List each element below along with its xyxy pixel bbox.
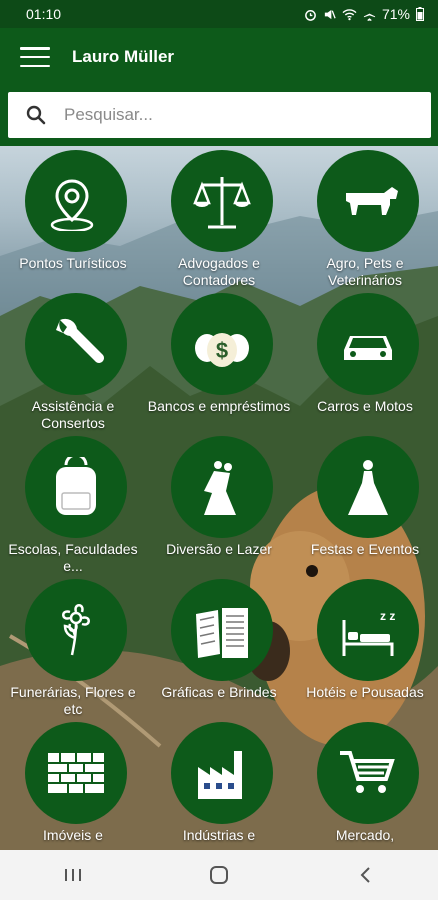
app-bar: Lauro Müller [0, 28, 438, 86]
money-bags-icon: $ [195, 333, 249, 367]
search-box[interactable] [8, 92, 431, 138]
cow-icon [346, 187, 398, 215]
category-icon-circle [171, 150, 273, 252]
category-tile[interactable]: Imóveis e [0, 718, 146, 850]
recent-apps-icon [65, 869, 81, 881]
category-tile[interactable]: Gráficas e Brindes [146, 575, 292, 718]
category-label: Diversão e Lazer [166, 541, 272, 557]
category-label: Indústrias e [182, 827, 256, 843]
search-input[interactable] [62, 104, 396, 126]
category-icon-circle [25, 436, 127, 538]
alarm-icon [305, 9, 316, 21]
category-icon-circle [171, 579, 273, 681]
backpack-icon [56, 457, 96, 515]
recent-apps-button[interactable] [43, 855, 103, 895]
category-tile[interactable]: Escolas, Faculdades e... [0, 432, 146, 575]
menu-icon[interactable] [20, 47, 50, 67]
category-label: Escolas, Faculdades e... [8, 541, 138, 574]
home-icon [210, 866, 228, 884]
shopping-cart-icon [340, 751, 395, 793]
printed-pages-icon [196, 608, 248, 658]
status-time: 01:10 [26, 6, 62, 22]
home-button[interactable] [189, 855, 249, 895]
category-tile[interactable]: Advogados e Contadores [146, 146, 292, 289]
category-icon-circle [317, 293, 419, 395]
category-icon-circle [317, 722, 419, 824]
search-bar [0, 86, 438, 146]
bed-icon: z z [342, 609, 395, 656]
category-label: Gráficas e Brindes [161, 684, 277, 700]
factory-icon [198, 751, 242, 799]
category-label: Bancos e empréstimos [147, 398, 291, 414]
category-label: Assistência e Consertos [31, 398, 115, 431]
map-pin-icon [50, 179, 94, 231]
category-icon-circle [25, 722, 127, 824]
airplane-icon [363, 8, 376, 21]
wifi-icon [342, 8, 357, 20]
battery-percent: 71% [381, 6, 410, 22]
svg-text:$: $ [216, 338, 228, 363]
category-tile[interactable]: Diversão e Lazer [146, 432, 292, 575]
category-icon-circle [317, 436, 419, 538]
search-icon [26, 105, 46, 125]
category-label: Mercado, [335, 827, 395, 843]
svg-text:z z: z z [380, 609, 395, 623]
brick-wall-icon [48, 753, 104, 793]
category-icon-circle [317, 150, 419, 252]
app-title: Lauro Müller [72, 47, 175, 66]
category-tile[interactable]: Festas e Eventos [292, 432, 438, 575]
category-icon-circle [25, 293, 127, 395]
category-icon-circle: z z [317, 579, 419, 681]
category-icon-circle [171, 436, 273, 538]
category-tile[interactable]: Assistência e Consertos [0, 289, 146, 432]
category-icon-circle [171, 722, 273, 824]
category-icon-circle [25, 579, 127, 681]
scales-icon [193, 177, 251, 229]
category-label: Agro, Pets e Veterinários [326, 255, 404, 288]
category-label: Funerárias, Flores e etc [10, 684, 136, 717]
battery-icon [416, 7, 424, 21]
category-tile[interactable]: Funerárias, Flores e etc [0, 575, 146, 718]
status-bar: 01:10 71% [0, 0, 438, 28]
wrench-icon [56, 318, 105, 363]
category-tile[interactable]: z z Hotéis e Pousadas [292, 575, 438, 718]
category-label: Hotéis e Pousadas [306, 684, 424, 700]
mute-icon [324, 9, 336, 19]
category-label: Festas e Eventos [310, 541, 420, 557]
system-nav-bar [0, 850, 438, 900]
category-tile[interactable]: Agro, Pets e Veterinários [292, 146, 438, 289]
bride-icon [348, 460, 388, 515]
back-button[interactable] [335, 855, 395, 895]
category-icon-circle [25, 150, 127, 252]
car-icon [344, 336, 392, 360]
category-tile[interactable]: Pontos Turísticos [0, 146, 146, 289]
status-icons: 71% [304, 6, 424, 22]
category-tile[interactable]: Mercado, [292, 718, 438, 850]
dancing-couple-icon [204, 461, 236, 515]
category-label: Imóveis e [43, 827, 103, 843]
flower-icon [62, 604, 90, 656]
category-label: Pontos Turísticos [19, 255, 127, 271]
category-tile[interactable]: $ Bancos e empréstimos [146, 289, 292, 432]
category-label: Carros e Motos [317, 398, 413, 414]
back-icon [360, 867, 370, 883]
category-icon-circle: $ [171, 293, 273, 395]
category-tile[interactable]: Carros e Motos [292, 289, 438, 432]
category-label: Advogados e Contadores [178, 255, 260, 288]
category-grid: Pontos Turísticos Advogados e Contadores A… [0, 146, 438, 850]
category-tile[interactable]: Indústrias e [146, 718, 292, 850]
